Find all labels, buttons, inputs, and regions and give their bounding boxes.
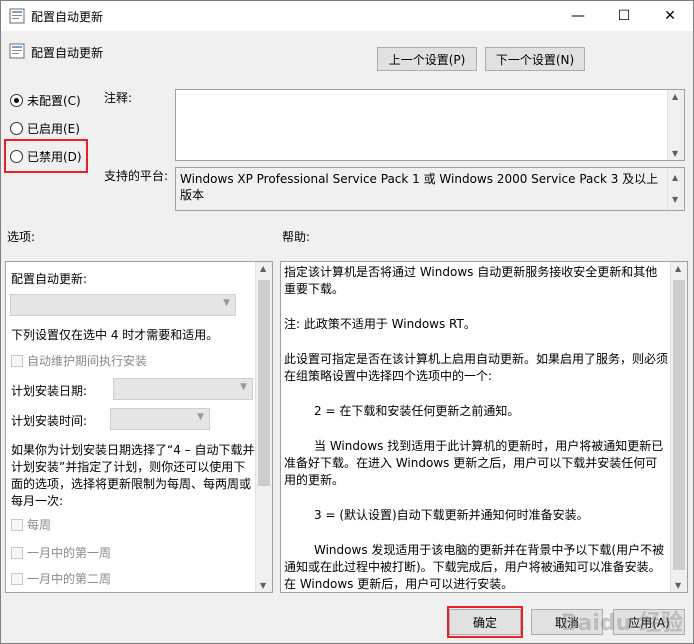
radio-enabled[interactable]: 已启用(E): [10, 120, 80, 137]
checkbox-label: 一月中的第一周: [27, 546, 112, 560]
configure-update-label: 配置自动更新:: [11, 272, 88, 286]
configure-update-select[interactable]: ▼: [10, 294, 236, 316]
minimize-icon: —: [571, 8, 585, 24]
help-label: 帮助:: [282, 230, 311, 244]
schedule-time-label: 计划安装时间:: [11, 414, 88, 428]
scroll-down-icon[interactable]: ▼: [672, 192, 678, 208]
radio-label: 未配置(C): [27, 94, 81, 108]
help-paragraph: 2 = 在下载和安装任何更新之前通知。: [314, 404, 520, 418]
schedule-paragraph: 如果你为计划安装日期选择了“4 – 自动下载并计划安装”并指定了计划，则你还可以…: [11, 443, 255, 508]
setting-title: 配置自动更新: [31, 46, 104, 60]
first-week-checkbox[interactable]: 一月中的第一周: [11, 544, 111, 561]
help-text: 指定该计算机是否将通过 Windows 自动更新服务接收安全更新和其他重要下载。…: [284, 264, 669, 592]
close-button[interactable]: ✕: [647, 1, 693, 31]
radio-label: 已启用(E): [27, 122, 80, 136]
second-week-checkbox[interactable]: 一月中的第二周: [11, 570, 111, 587]
annotation-highlight-ok: [447, 606, 523, 638]
help-paragraph: 注: 此政策不适用于 Windows RT。: [284, 317, 476, 331]
comment-scrollbar[interactable]: ▲ ▼: [667, 90, 684, 160]
radio-indicator[interactable]: [10, 122, 23, 135]
options-scrollbar[interactable]: ▲ ▼: [255, 262, 272, 592]
next-setting-button[interactable]: 下一个设置(N): [485, 47, 585, 71]
chevron-down-icon: ▼: [197, 412, 204, 422]
help-paragraph: 3 = (默认设置)自动下载更新并通知何时准备安装。: [314, 508, 589, 522]
help-paragraph: Windows 发现适用于该电脑的更新并在背景中予以下载(用户不被通知或在此过程…: [284, 543, 665, 591]
options-panel: 配置自动更新: ▼ 下列设置仅在选中 4 时才需要和适用。 自动维护期间执行安装…: [5, 261, 273, 593]
chevron-down-icon: ▼: [223, 298, 230, 308]
annotation-highlight-disabled: [4, 139, 88, 173]
maintenance-checkbox[interactable]: 自动维护期间执行安装: [11, 352, 147, 369]
scroll-down-icon[interactable]: ▼: [672, 149, 678, 158]
schedule-day-label: 计划安装日期:: [11, 384, 88, 398]
scroll-up-icon[interactable]: ▲: [672, 92, 678, 101]
help-paragraph: 当 Windows 找到适用于此计算机的更新时，用户将被通知更新已准备好下载。在…: [284, 439, 664, 487]
help-paragraph: 此设置可指定是否在该计算机上启用自动更新。如果启用了服务，则必须在组策略设置中选…: [284, 352, 669, 383]
checkbox-box[interactable]: [11, 518, 23, 531]
help-panel: 指定该计算机是否将通过 Windows 自动更新服务接收安全更新和其他重要下载。…: [280, 261, 688, 593]
policy-dialog: 配置自动更新 — ☐ ✕ 配置自动更新 上一个设置(P) 下一个设置(N) 未配…: [0, 0, 694, 644]
scroll-up-icon[interactable]: ▲: [675, 264, 681, 273]
minimize-button[interactable]: —: [555, 1, 601, 31]
previous-setting-button[interactable]: 上一个设置(P): [377, 47, 477, 71]
radio-not-configured[interactable]: 未配置(C): [10, 92, 81, 109]
checkbox-label: 自动维护期间执行安装: [27, 354, 148, 368]
comment-label: 注释:: [104, 91, 133, 105]
scroll-down-icon[interactable]: ▼: [675, 581, 681, 590]
help-paragraph: 指定该计算机是否将通过 Windows 自动更新服务接收安全更新和其他重要下载。: [284, 265, 658, 296]
comment-textarea[interactable]: ▲ ▼: [175, 89, 685, 161]
help-scrollbar[interactable]: ▲ ▼: [670, 262, 687, 592]
chevron-down-icon: ▼: [240, 382, 247, 392]
policy-setting-icon: [9, 43, 25, 59]
weekly-checkbox[interactable]: 每周: [11, 516, 51, 533]
platform-scrollbar[interactable]: ▲ ▼: [667, 168, 684, 210]
title-bar: 配置自动更新 — ☐ ✕: [1, 1, 693, 31]
radio-indicator[interactable]: [10, 94, 23, 107]
options-label: 选项:: [7, 230, 36, 244]
maximize-button[interactable]: ☐: [601, 1, 647, 31]
checkbox-box[interactable]: [11, 546, 23, 559]
scroll-thumb[interactable]: [673, 280, 685, 570]
checkbox-label: 每周: [27, 518, 52, 532]
checkbox-box[interactable]: [11, 572, 23, 585]
schedule-time-select[interactable]: ▼: [110, 408, 210, 430]
maximize-icon: ☐: [617, 8, 631, 24]
scroll-up-icon[interactable]: ▲: [672, 170, 678, 186]
options-note: 下列设置仅在选中 4 时才需要和适用。: [11, 328, 219, 342]
checkbox-box[interactable]: [11, 354, 23, 367]
schedule-day-select[interactable]: ▼: [113, 378, 253, 400]
platform-label: 支持的平台:: [104, 169, 169, 183]
scroll-down-icon[interactable]: ▼: [260, 581, 266, 590]
window-title: 配置自动更新: [31, 10, 104, 24]
close-icon: ✕: [664, 8, 676, 24]
watermark-logo: Baidu 经验: [560, 611, 683, 636]
checkbox-label: 一月中的第二周: [27, 572, 112, 586]
platform-value: Windows XP Professional Service Pack 1 或…: [180, 172, 659, 202]
platform-field: Windows XP Professional Service Pack 1 或…: [175, 167, 685, 211]
scroll-up-icon[interactable]: ▲: [260, 264, 266, 273]
policy-icon: [9, 8, 25, 24]
scroll-thumb[interactable]: [258, 280, 270, 486]
